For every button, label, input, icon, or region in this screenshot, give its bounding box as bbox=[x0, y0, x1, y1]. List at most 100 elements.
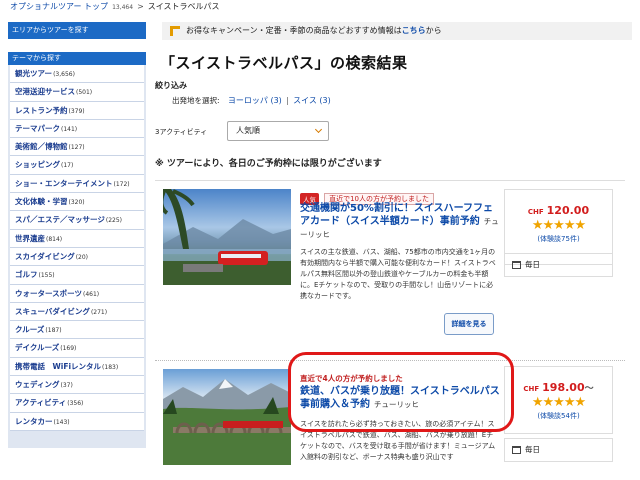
sidebar-theme-label[interactable]: スパ／エステ／マッサージ bbox=[15, 215, 105, 224]
sidebar-theme-count: (143) bbox=[53, 418, 70, 426]
sidebar-theme-label[interactable]: 携帯電話 WiFiレンタル bbox=[15, 362, 101, 371]
price-value: 120.00 bbox=[546, 204, 590, 217]
result-card: 人気 直近で10人の方が予約しました 交通機関が50%割引に！スイスハーフフェア… bbox=[155, 180, 625, 346]
sidebar-theme-item[interactable]: スカイダイビング(20) bbox=[10, 247, 144, 267]
sidebar-theme-label[interactable]: ショッピング bbox=[15, 160, 60, 169]
promo-bar: お得なキャンペーン・定番・季節の商品などおすすめ情報はこちらから bbox=[162, 22, 632, 40]
sidebar-theme-item[interactable]: デイクルーズ(169) bbox=[10, 339, 144, 358]
train-lake-image bbox=[163, 189, 291, 285]
tour-photo[interactable] bbox=[163, 189, 291, 285]
sidebar-theme-count: (155) bbox=[38, 272, 55, 280]
schedule-text: 毎日 bbox=[525, 445, 540, 454]
page-title: 「スイストラベルパス」の検索結果 bbox=[160, 54, 408, 72]
sidebar-theme-item[interactable]: ショー・エンターテイメント(172) bbox=[10, 174, 144, 194]
sidebar-theme-count: (501) bbox=[76, 89, 93, 97]
sidebar-theme-item[interactable]: 世界遺産(814) bbox=[10, 229, 144, 248]
sidebar-theme-count: (172) bbox=[113, 180, 130, 188]
sidebar-header: テーマから探す bbox=[8, 52, 146, 65]
breadcrumb-home-link[interactable]: オプショナルツアー トップ bbox=[10, 2, 108, 11]
calendar-icon bbox=[512, 261, 521, 269]
star-rating: ★★★★★ bbox=[531, 395, 586, 410]
area-search-button[interactable]: エリアからツアーを探す bbox=[8, 22, 146, 39]
tour-price: CHF 198.00～ bbox=[505, 381, 612, 394]
result-count-label: 3アクティビティ bbox=[155, 128, 208, 136]
detail-button[interactable]: 詳細を見る bbox=[444, 313, 494, 335]
sidebar-theme-label[interactable]: スカイダイビング bbox=[15, 252, 75, 261]
chevron-down-icon bbox=[314, 125, 323, 134]
availability-notice: ※ ツアーにより、各日のご予約枠には限りがございます bbox=[155, 159, 382, 169]
sidebar-theme-item[interactable]: 観光ツアー(3,656) bbox=[10, 65, 144, 84]
sidebar-theme-label[interactable]: 世界遺産 bbox=[15, 234, 45, 243]
reviews-link[interactable]: (体験談75件) bbox=[505, 234, 612, 244]
sidebar-theme-count: (3,656) bbox=[53, 71, 75, 78]
sidebar-theme-count: (225) bbox=[105, 217, 122, 225]
sidebar-theme-label[interactable]: 空港送迎サービス bbox=[15, 87, 75, 96]
viaduct-train-image bbox=[163, 379, 291, 465]
sidebar-theme-count: (356) bbox=[67, 400, 84, 408]
sidebar-theme-count: (814) bbox=[46, 235, 63, 243]
breadcrumb: オプショナルツアー トップ 13,464 > スイストラベルパス bbox=[10, 1, 220, 14]
sidebar-theme-count: (37) bbox=[60, 382, 73, 390]
sidebar-theme-label[interactable]: ゴルフ bbox=[15, 270, 38, 279]
sidebar-theme-count: (169) bbox=[60, 345, 77, 353]
price-value: 198.00 bbox=[542, 381, 585, 394]
sidebar-theme-item[interactable]: ゴルフ(155) bbox=[10, 266, 144, 285]
sidebar-theme-item[interactable]: アクティビティ(356) bbox=[10, 394, 144, 413]
sidebar-theme-count: (461) bbox=[82, 290, 100, 298]
promo-suffix: から bbox=[425, 26, 442, 35]
sidebar-theme-count: (127) bbox=[68, 144, 85, 152]
sidebar-theme-item[interactable]: ウェディング(37) bbox=[10, 376, 144, 395]
promo-link[interactable]: こちら bbox=[402, 26, 426, 35]
sidebar-theme-item[interactable]: 空港送迎サービス(501) bbox=[10, 83, 144, 102]
sidebar-theme-item[interactable]: 文化体験・学習(320) bbox=[10, 193, 144, 212]
sidebar-theme-label[interactable]: アクティビティ bbox=[15, 398, 66, 407]
sidebar-theme-label[interactable]: 観光ツアー bbox=[15, 69, 52, 78]
sidebar-theme-label[interactable]: ウォータースポーツ bbox=[15, 289, 82, 298]
sidebar-theme-item[interactable]: スパ／エステ／マッサージ(225) bbox=[10, 211, 144, 230]
sidebar-theme-label[interactable]: スキューバダイビング bbox=[15, 307, 90, 316]
sidebar-theme-label[interactable]: デイクルーズ bbox=[15, 343, 59, 352]
tour-photo[interactable] bbox=[163, 369, 291, 465]
origin-label: 出発地を選択: bbox=[172, 96, 220, 105]
price-currency: CHF bbox=[527, 208, 544, 216]
sidebar-theme-item[interactable]: レストラン予約(379) bbox=[10, 101, 144, 120]
calendar-icon bbox=[512, 446, 521, 454]
sidebar-theme-count: (320) bbox=[68, 199, 85, 207]
sidebar-theme-label[interactable]: ショー・エンターテイメント bbox=[15, 179, 113, 188]
filter-swiss-link[interactable]: スイス (3) bbox=[293, 96, 331, 105]
sidebar-theme-item[interactable]: ショッピング(17) bbox=[10, 156, 144, 175]
sidebar-list: 観光ツアー(3,656) 空港送迎サービス(501) レストラン予約(379) テーマ… bbox=[8, 65, 146, 431]
sidebar-theme-label[interactable]: ウェディング bbox=[15, 380, 59, 389]
red-highlight-circle bbox=[288, 352, 514, 432]
breadcrumb-count: 13,464 bbox=[112, 4, 134, 11]
filter-europe-link[interactable]: ヨーロッパ (3) bbox=[228, 96, 282, 105]
price-box: CHF 198.00～ ★★★★★ (体験談54件) bbox=[504, 366, 613, 434]
arrow-icon bbox=[170, 26, 180, 36]
sidebar-theme-item[interactable]: クルーズ(187) bbox=[10, 321, 144, 340]
sidebar-theme-count: (379) bbox=[68, 107, 85, 115]
sidebar-theme-item[interactable]: レンタカー(143) bbox=[10, 412, 144, 431]
sidebar-theme-label[interactable]: 美術館／博物館 bbox=[15, 142, 68, 151]
price-tilde: ～ bbox=[584, 384, 594, 394]
sidebar-theme-count: (183) bbox=[102, 363, 119, 371]
breadcrumb-current: スイストラベルパス bbox=[147, 2, 220, 11]
sort-select[interactable]: 人気順 bbox=[227, 121, 329, 141]
sidebar-theme-item[interactable]: スキューバダイビング(271) bbox=[10, 302, 144, 322]
tour-title-text[interactable]: 交通機関が50%割引に！スイスハーフフェアカード（スイス半額カード）事前予約 bbox=[300, 203, 493, 227]
tour-title[interactable]: 交通機関が50%割引に！スイスハーフフェアカード（スイス半額カード）事前予約 チュ… bbox=[300, 202, 500, 241]
sidebar-theme-label[interactable]: 文化体験・学習 bbox=[15, 197, 68, 206]
sidebar-theme-label[interactable]: レストラン予約 bbox=[15, 106, 68, 115]
sidebar-theme-label[interactable]: レンタカー bbox=[15, 417, 53, 426]
star-rating: ★★★★★ bbox=[531, 218, 586, 233]
filter-divider: | bbox=[286, 96, 289, 105]
tour-price: CHF 120.00 bbox=[505, 204, 612, 217]
sidebar-theme-item[interactable]: 携帯電話 WiFiレンタル(183) bbox=[10, 357, 144, 377]
reviews-link[interactable]: (体験談54件) bbox=[505, 411, 612, 421]
sidebar-theme-label[interactable]: クルーズ bbox=[15, 325, 44, 334]
sidebar-theme-item[interactable]: 美術館／博物館(127) bbox=[10, 138, 144, 157]
sidebar-theme-item[interactable]: テーマパーク(141) bbox=[10, 119, 144, 139]
theme-sidebar: テーマから探す 観光ツアー(3,656) 空港送迎サービス(501) レストラン予約… bbox=[8, 52, 146, 448]
sidebar-theme-label[interactable]: テーマパーク bbox=[15, 124, 60, 133]
sidebar-theme-item[interactable]: ウォータースポーツ(461) bbox=[10, 284, 144, 303]
sidebar-theme-count: (20) bbox=[75, 253, 89, 261]
